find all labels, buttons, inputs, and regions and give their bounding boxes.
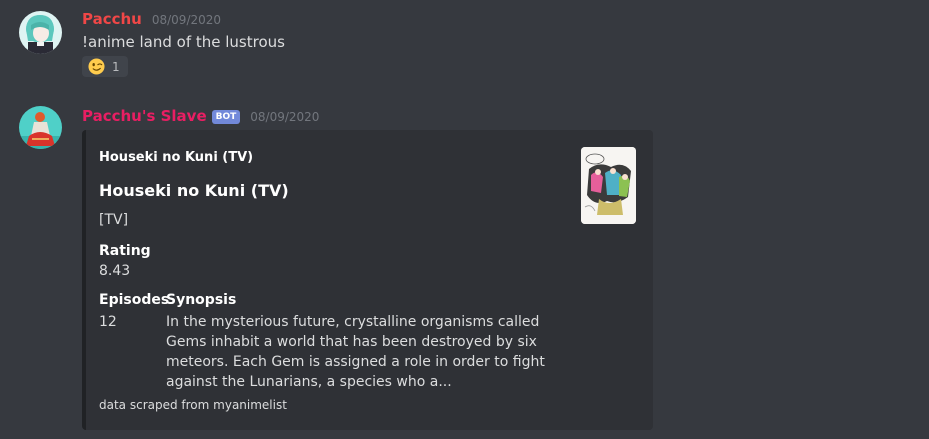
field-synopsis-value: In the mysterious future, crystalline or… — [166, 314, 545, 390]
winking-face-emoji — [88, 58, 105, 75]
chat-messages: Pacchu 08/09/2020 !anime land of the lus… — [0, 0, 929, 439]
field-rating-name: Rating — [99, 243, 151, 259]
reaction-count: 1 — [112, 59, 120, 74]
field-episodes-name: Episodes — [99, 292, 170, 308]
field-episodes-value: 12 — [99, 314, 117, 330]
anime-poster-image — [581, 147, 636, 224]
username[interactable]: Pacchu's Slave — [82, 106, 207, 126]
embed-description: [TV] — [99, 212, 129, 228]
bot-tag: BOT — [211, 110, 241, 124]
field-rating-value: 8.43 — [99, 263, 131, 279]
username[interactable]: Pacchu — [82, 9, 142, 29]
embed-card: Houseki no Kuni (TV) Houseki no Kuni (TV… — [82, 130, 653, 430]
embed-title: Houseki no Kuni (TV) — [99, 181, 289, 200]
avatar-pacchus-slave[interactable] — [19, 106, 62, 149]
anime-poster-thumbnail[interactable] — [581, 147, 636, 224]
timestamp: 08/09/2020 — [250, 110, 320, 124]
timestamp: 08/09/2020 — [151, 13, 222, 27]
message-header: Pacchu's Slave BOT 08/09/2020 — [82, 106, 319, 127]
avatar-pacchu-image — [19, 11, 62, 54]
embed-author: Houseki no Kuni (TV) — [99, 150, 254, 165]
avatar-pacchu[interactable] — [19, 11, 62, 54]
message-text: !anime land of the lustrous — [82, 33, 285, 51]
embed-footer: data scraped from myanimelist — [99, 398, 287, 412]
message-header: Pacchu 08/09/2020 — [82, 9, 221, 30]
field-synopsis-name: Synopsis — [166, 292, 237, 308]
reaction-button[interactable]: 1 — [82, 56, 128, 77]
avatar-pacchus-slave-image — [19, 106, 62, 149]
